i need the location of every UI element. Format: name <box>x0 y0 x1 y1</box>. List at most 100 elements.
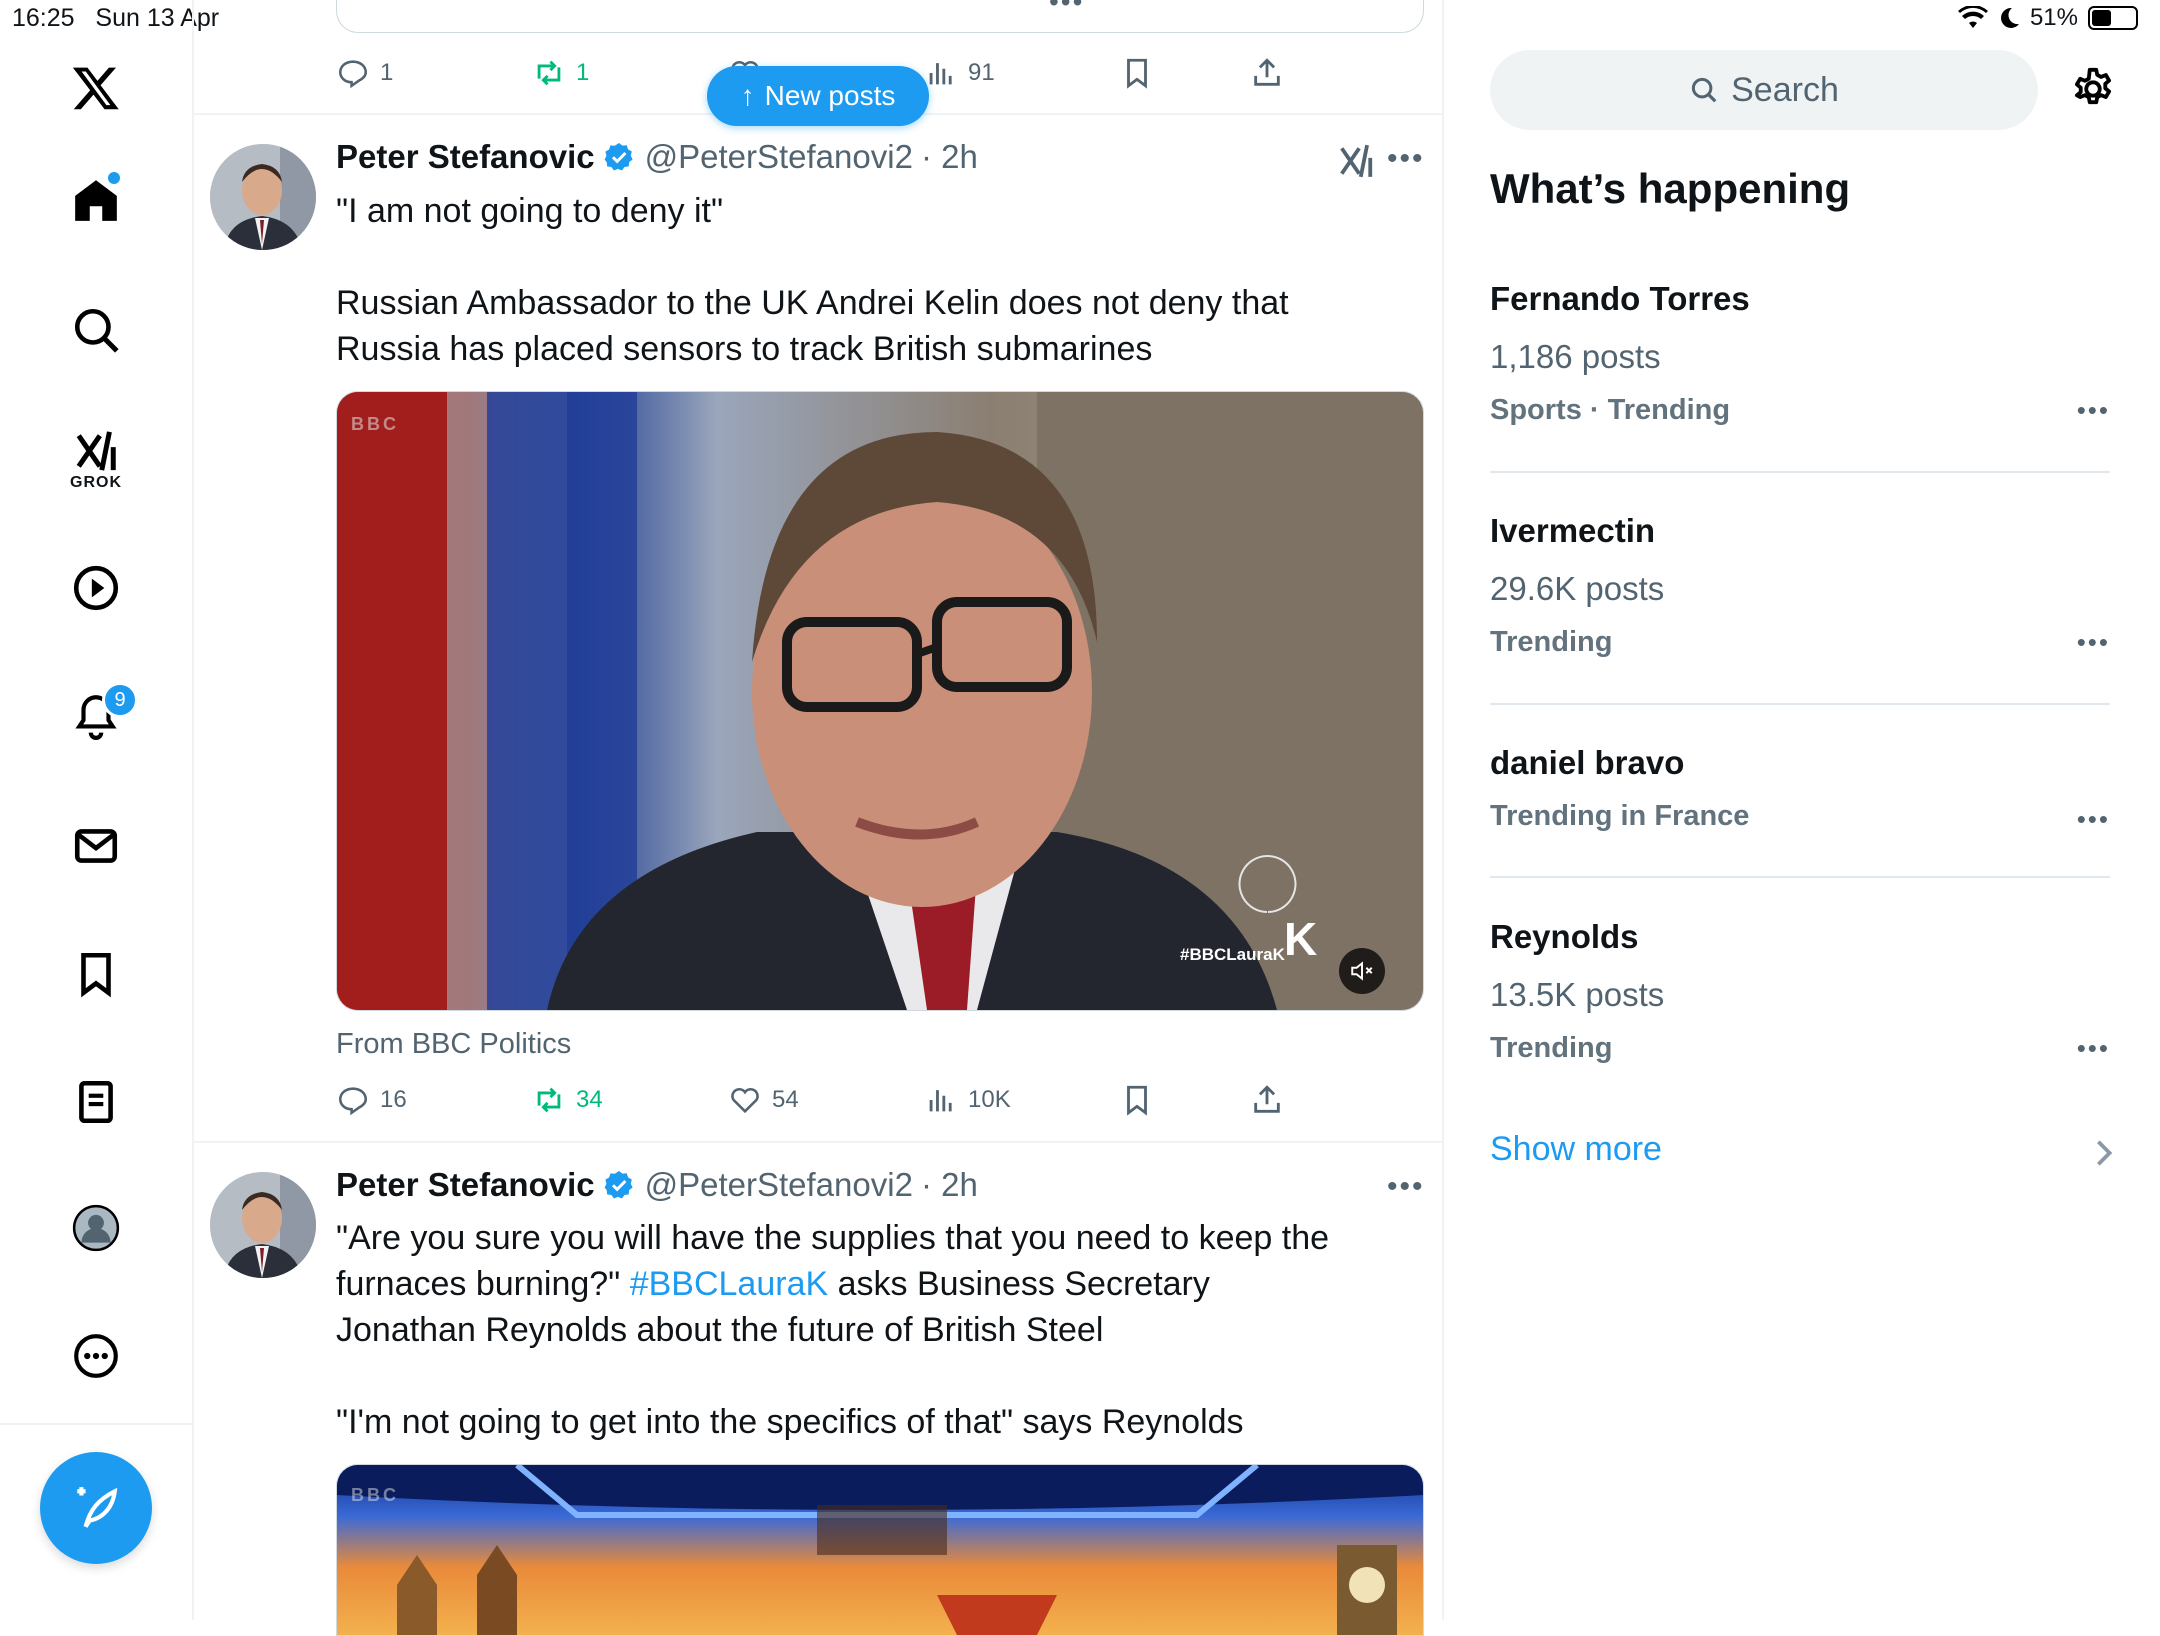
media-more-icon: ••• <box>1049 0 1085 17</box>
x-logo-icon[interactable] <box>56 48 136 128</box>
repost-button[interactable]: 34 <box>532 1083 728 1117</box>
previous-post-media: ••• <box>336 0 1424 33</box>
grok-label: GROK <box>70 474 122 491</box>
views-icon <box>929 1090 952 1112</box>
nav-messages[interactable] <box>56 806 136 886</box>
nav-divider <box>0 1423 192 1425</box>
battery-percent: 51% <box>2029 4 2078 31</box>
bookmark-button[interactable] <box>1120 1083 1250 1117</box>
share-icon <box>1254 1085 1280 1113</box>
mute-button[interactable] <box>1339 948 1385 994</box>
post-video[interactable]: BBC #BBCLauraK K <box>336 391 1424 1011</box>
moon-icon <box>2000 7 2019 28</box>
author-name[interactable]: Peter Stefanovic <box>336 138 595 176</box>
views-button[interactable]: 10K <box>924 1083 1120 1117</box>
new-posts-button[interactable]: ↑ New posts <box>707 66 929 126</box>
status-bar-indicators: 51% <box>1957 4 2138 32</box>
trend-divider <box>1490 471 2110 473</box>
post-text: "I am not going to deny it" Russian Amba… <box>336 192 1289 368</box>
bookmarks-icon <box>81 952 111 998</box>
trend-more-icon[interactable]: ••• <box>2077 627 2110 658</box>
reply-icon <box>338 60 368 89</box>
search-icon <box>74 308 119 353</box>
reply-button[interactable]: 1 <box>336 56 532 90</box>
hashtag-link[interactable]: #BBCLauraK <box>630 1265 828 1303</box>
verified-badge-icon <box>604 1171 633 1199</box>
like-button[interactable]: 54 <box>728 1083 924 1117</box>
lists-icon <box>79 1080 113 1124</box>
post-text: "Are you sure you will have the supplies… <box>336 1219 1330 1441</box>
bbc-watermark: BBC <box>351 414 399 434</box>
trend-item[interactable]: Fernando Torres 1,186 posts Sports · Tre… <box>1490 280 2110 427</box>
show-more-link[interactable]: Show more <box>1490 1130 1662 1169</box>
left-navigation: GROK 9 <box>0 0 194 1620</box>
reply-icon <box>338 1087 368 1116</box>
video-icon <box>73 565 119 611</box>
nav-profile[interactable] <box>56 1188 136 1268</box>
bookmark-button[interactable] <box>1120 56 1250 90</box>
avatar[interactable] <box>210 144 316 250</box>
nav-video[interactable] <box>56 548 136 628</box>
post-actions: 16 34 54 10K <box>336 1083 1316 1117</box>
video-hashtag-overlay: #BBCLauraK <box>1180 945 1285 964</box>
timeline-feed[interactable]: ••• 1 1 91 ↑ New posts Peter Stefanovic … <box>194 0 1444 1636</box>
repost-icon <box>537 1087 561 1113</box>
source-attribution[interactable]: From BBC Politics <box>336 1028 571 1061</box>
post-header: Peter Stefanovic @PeterStefanovi2 · 2h <box>336 1166 978 1204</box>
nav-notifications[interactable]: 9 <box>56 676 138 756</box>
muted-speaker-icon <box>1351 961 1373 981</box>
whats-happening-heading: What’s happening <box>1490 165 1851 212</box>
heart-icon <box>731 1087 759 1114</box>
bookmark-icon <box>1127 1085 1147 1116</box>
unread-dot <box>108 172 120 184</box>
trend-divider <box>1490 876 2110 878</box>
trend-item[interactable]: Ivermectin 29.6K posts Trending ••• <box>1490 512 2110 659</box>
settings-gear-icon[interactable] <box>2070 66 2116 112</box>
more-icon <box>74 1334 118 1378</box>
repost-button[interactable]: 1 <box>532 56 728 90</box>
post-more-icon[interactable]: ••• <box>1387 1170 1425 1204</box>
trend-more-icon[interactable]: ••• <box>2077 395 2110 426</box>
trend-item[interactable]: Reynolds 13.5K posts Trending ••• <box>1490 918 2110 1065</box>
bbc-watermark: BBC <box>351 1485 399 1505</box>
video-frame <box>337 392 1423 1010</box>
post-time[interactable]: · 2h <box>921 138 978 176</box>
author-handle[interactable]: @PeterStefanovi2 <box>645 138 913 176</box>
verified-badge-icon <box>604 143 633 171</box>
share-button[interactable] <box>1250 1083 1284 1117</box>
battery-icon <box>2088 6 2138 30</box>
compose-icon <box>77 1487 118 1528</box>
avatar[interactable] <box>210 1172 316 1278</box>
post-video[interactable]: BBC <box>336 1464 1424 1636</box>
notification-badge: 9 <box>102 682 138 718</box>
profile-icon <box>72 1204 120 1252</box>
chevron-right-icon[interactable] <box>2092 1138 2116 1168</box>
trend-more-icon[interactable]: ••• <box>2077 804 2110 835</box>
video-frame <box>337 1465 1423 1635</box>
grok-icon <box>76 431 116 471</box>
post-header: Peter Stefanovic @PeterStefanovi2 · 2h <box>336 138 978 176</box>
nav-home[interactable] <box>56 160 136 240</box>
messages-icon <box>74 829 118 863</box>
author-handle[interactable]: @PeterStefanovi2 <box>645 1166 913 1204</box>
views-icon <box>929 63 952 85</box>
nav-bookmarks[interactable] <box>56 934 136 1014</box>
nav-grok[interactable]: GROK <box>56 420 136 500</box>
nav-explore[interactable] <box>56 290 136 370</box>
views-button[interactable]: 91 <box>924 56 1120 90</box>
arrow-up-icon: ↑ <box>740 80 755 111</box>
share-button[interactable] <box>1250 56 1284 90</box>
post-more-icon[interactable]: ••• <box>1387 142 1425 176</box>
search-icon <box>1692 77 1717 103</box>
nav-more[interactable] <box>56 1316 136 1396</box>
compose-button[interactable] <box>40 1452 152 1564</box>
trend-item[interactable]: daniel bravo Trending in France ••• <box>1490 744 2110 835</box>
reply-button[interactable]: 16 <box>336 1083 532 1117</box>
grok-icon[interactable] <box>1337 142 1375 180</box>
search-input[interactable]: Search <box>1490 50 2038 130</box>
author-name[interactable]: Peter Stefanovic <box>336 1166 595 1204</box>
post-time[interactable]: · 2h <box>921 1166 978 1204</box>
repost-icon <box>537 60 561 86</box>
nav-lists[interactable] <box>56 1062 136 1142</box>
trend-more-icon[interactable]: ••• <box>2077 1033 2110 1064</box>
